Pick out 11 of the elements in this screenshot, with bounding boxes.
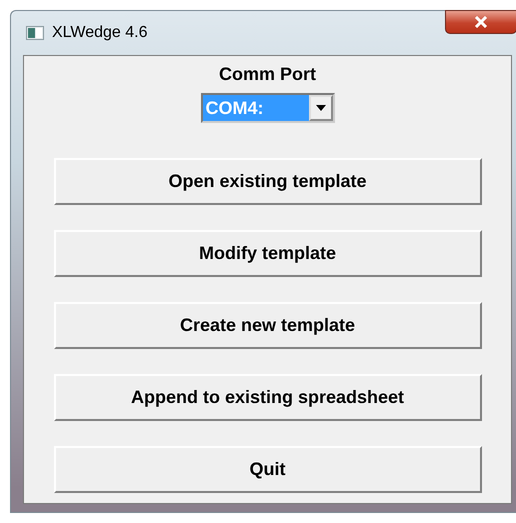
action-button[interactable]: Append to existing spreadsheet [54,374,482,421]
comm-port-label: Comm Port [218,64,316,85]
close-button[interactable] [445,10,516,34]
action-button[interactable]: Open existing template [54,158,482,205]
dropdown-arrow-icon [316,105,326,111]
action-button[interactable]: Modify template [54,230,482,277]
close-icon [474,16,488,28]
window-title: XLWedge 4.6 [52,24,148,42]
action-button[interactable]: Quit [54,446,482,493]
action-button[interactable]: Create new template [54,302,482,349]
app-icon [26,26,44,40]
